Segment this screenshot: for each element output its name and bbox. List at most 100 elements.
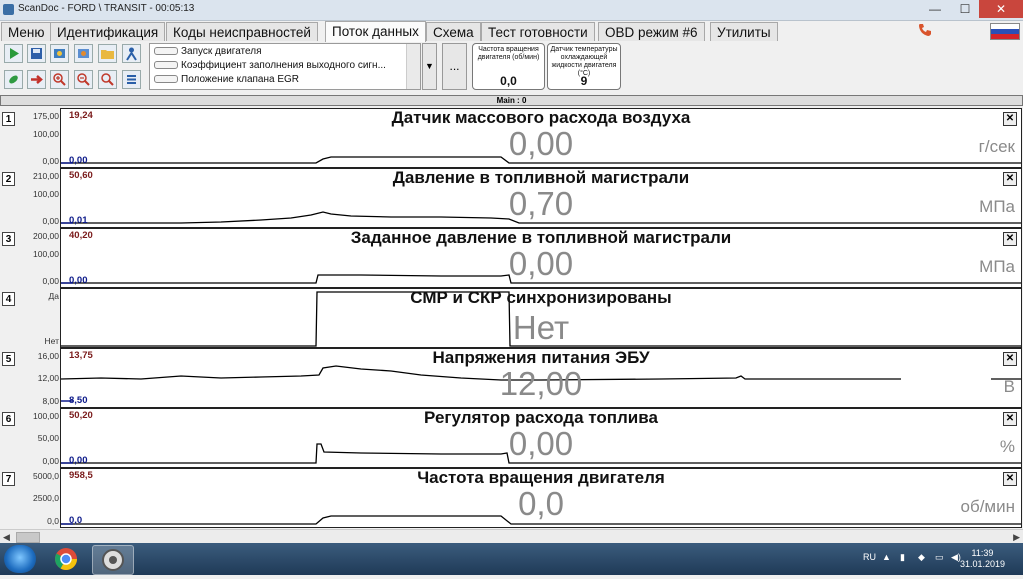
tab-identification[interactable]: Идентификация <box>50 22 166 41</box>
parameter-list-scrollbar[interactable] <box>406 44 420 89</box>
panel-cmp-ckp-sync: 4 Да Нет СМР и СКР синхронизированы Нет <box>0 288 1023 348</box>
panel-engine-rpm: 7 5000,0 2500,0 0,0 958,5 0,0 Частота вр… <box>0 468 1023 528</box>
panel-number: 7 <box>2 472 15 486</box>
panel-fuel-rail-pressure: 2 210,00 100,00 0,00 50,60 0,01 Давление… <box>0 168 1023 228</box>
gauge-value: 9 <box>580 74 588 88</box>
panel-number: 4 <box>2 292 15 306</box>
tab-data-stream[interactable]: Поток данных <box>325 21 426 42</box>
horizontal-scrollbar[interactable]: ◀ ▶ <box>0 529 1023 544</box>
panel-mass-air-flow: 1 175,00 100,00 0,00 19,24 0,00 Датчик м… <box>0 108 1023 168</box>
main-status-strip: Main : 0 <box>0 95 1023 106</box>
tab-obd-mode-6[interactable]: OBD режим #6 <box>598 22 705 41</box>
plot-area[interactable]: СМР и СКР синхронизированы Нет <box>60 288 1022 348</box>
list-icon[interactable] <box>122 70 141 89</box>
battery-icon[interactable]: ▭ <box>935 552 944 563</box>
settings-icon[interactable] <box>74 44 93 63</box>
record-icon[interactable] <box>50 44 69 63</box>
list-item[interactable]: Запуск двигателя <box>154 46 262 57</box>
scale-top: 210,00 <box>33 171 59 181</box>
plot-area[interactable]: 50,60 0,01 Давление в топливной магистра… <box>60 168 1022 228</box>
scroll-left-icon[interactable]: ◀ <box>3 532 10 543</box>
current-value: 0,0 <box>518 485 564 522</box>
play-icon[interactable] <box>4 44 23 63</box>
close-panel-icon[interactable]: ✕ <box>1003 352 1017 366</box>
current-value: 0,00 <box>508 125 574 162</box>
shield-icon[interactable]: ◆ <box>918 552 925 563</box>
system-clock[interactable]: 11:39 31.01.2019 <box>960 548 1005 570</box>
scale-bottom: 8,00 <box>42 396 59 406</box>
panel-number: 6 <box>2 412 15 426</box>
zoom-in-icon[interactable] <box>50 70 69 89</box>
save-icon[interactable] <box>27 44 46 63</box>
close-window-button[interactable]: ✕ <box>979 0 1023 18</box>
scale-top: 16,00 <box>37 351 59 361</box>
tab-readiness-test[interactable]: Тест готовности <box>481 22 595 41</box>
gauge-label: Датчик температуры охлаждающей жидкости … <box>550 46 618 77</box>
list-item[interactable]: Коэффициент заполнения выходного сигн... <box>154 60 386 71</box>
param-label: Положение клапана EGR <box>181 74 300 85</box>
unit-label: % <box>999 437 1015 456</box>
chrome-icon[interactable] <box>46 545 86 573</box>
scale-top: 175,00 <box>33 111 59 121</box>
person-icon[interactable] <box>122 44 141 63</box>
scale-bottom: 0,00 <box>42 216 59 226</box>
plot-area[interactable]: 958,5 0,0 Частота вращения двигателя 0,0… <box>60 468 1022 528</box>
maximize-button[interactable]: ☐ <box>950 0 980 18</box>
parameter-list[interactable]: Запуск двигателя Коэффициент заполнения … <box>149 43 421 90</box>
scroll-right-icon[interactable]: ▶ <box>1013 532 1020 543</box>
scroll-thumb[interactable] <box>16 532 40 543</box>
close-panel-icon[interactable]: ✕ <box>1003 112 1017 126</box>
current-value: Нет <box>512 309 570 346</box>
panel-number: 3 <box>2 232 15 246</box>
dropdown-button[interactable]: ▼ <box>422 43 437 90</box>
more-button[interactable]: ... <box>442 43 467 90</box>
list-item[interactable]: Положение клапана EGR <box>154 74 299 85</box>
tab-fault-codes[interactable]: Коды неисправностей <box>166 22 318 41</box>
tray-arrow-icon[interactable]: ▲ <box>882 552 891 562</box>
plot-area[interactable]: 50,20 0,00 Регулятор расхода топлива 0,0… <box>60 408 1022 468</box>
scandoc-taskbar-icon[interactable] <box>92 545 134 575</box>
scale-bottom: 0,00 <box>42 456 59 466</box>
close-panel-icon[interactable]: ✕ <box>1003 412 1017 426</box>
scale-mid: 2500,0 <box>33 493 59 503</box>
start-button-icon[interactable] <box>4 545 36 573</box>
exit-icon[interactable] <box>27 70 46 89</box>
minimize-button[interactable]: — <box>920 0 950 18</box>
plot-area[interactable]: 19,24 0,00 Датчик массового расхода возд… <box>60 108 1022 168</box>
close-panel-icon[interactable]: ✕ <box>1003 172 1017 186</box>
param-label: Запуск двигателя <box>181 46 262 57</box>
panel-number: 1 <box>2 112 15 126</box>
window-title: ScanDoc - FORD \ TRANSIT - 00:05:13 <box>18 3 195 14</box>
plot-area[interactable]: 40,20 0,00 Заданное давление в топливной… <box>60 228 1022 288</box>
network-icon[interactable]: ▮ <box>900 552 905 563</box>
gauge-value: 0,0 <box>500 74 517 88</box>
russian-flag-icon[interactable] <box>990 23 1020 40</box>
phone-icon[interactable] <box>917 22 933 38</box>
zoom-out-icon[interactable] <box>74 70 93 89</box>
plot-area[interactable]: 13,75 8,50 Напряжения питания ЭБУ 12,00 … <box>60 348 1022 408</box>
gauge-coolant-temp[interactable]: Датчик температуры охлаждающей жидкости … <box>547 43 621 90</box>
unit-label: г/сек <box>978 137 1015 156</box>
leaf-icon[interactable] <box>4 70 23 89</box>
tab-utilities[interactable]: Утилиты <box>710 22 778 41</box>
panel-target-fuel-pressure: 3 200,00 100,00 0,00 40,20 0,00 Заданное… <box>0 228 1023 288</box>
language-indicator[interactable]: RU <box>863 552 876 562</box>
toggle-icon <box>154 47 178 56</box>
close-panel-icon[interactable]: ✕ <box>1003 472 1017 486</box>
unit-label: В <box>1003 377 1015 396</box>
scale-bottom: 0,0 <box>47 516 59 526</box>
close-panel-icon[interactable]: ✕ <box>1003 232 1017 246</box>
tab-scheme[interactable]: Схема <box>426 22 481 41</box>
toggle-icon <box>154 61 178 70</box>
panel-title: СМР и СКР синхронизированы <box>410 288 672 307</box>
scale-mid: 12,00 <box>37 373 59 383</box>
tab-menu[interactable]: Меню <box>1 22 52 41</box>
panel-ecu-supply-voltage: 5 16,00 12,00 8,00 13,75 8,50 Напряжения… <box>0 348 1023 408</box>
folder-icon[interactable] <box>98 44 117 63</box>
zoom-fit-icon[interactable] <box>98 70 117 89</box>
title-bar: ScanDoc - FORD \ TRANSIT - 00:05:13 — ☐ … <box>0 0 1023 21</box>
gauge-engine-rpm[interactable]: Частота вращения двигателя (об/мин) 0,0 <box>472 43 545 90</box>
clock-time: 11:39 <box>971 548 994 558</box>
gauge-label: Частота вращения двигателя (об/мин) <box>477 46 540 61</box>
scale-mid: 100,00 <box>33 189 59 199</box>
